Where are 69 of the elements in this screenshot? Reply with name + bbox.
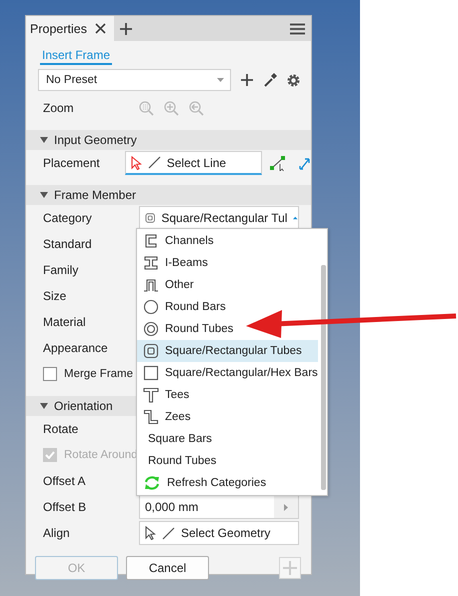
plus-icon[interactable] — [241, 74, 253, 86]
menu-item[interactable]: Refresh Categories — [137, 472, 268, 494]
circle-icon — [143, 299, 159, 315]
field-label: Material — [43, 315, 87, 329]
menu-item[interactable]: Round Bars — [137, 296, 228, 318]
square-tube-icon — [143, 343, 159, 359]
field-label: Align — [43, 526, 71, 540]
menu-icon[interactable] — [290, 22, 305, 34]
menu-item[interactable]: Square/Rectangular Tubes — [137, 340, 318, 362]
check-icon — [45, 451, 55, 459]
collapse-caret-icon — [40, 136, 48, 144]
field-label: Appearance — [43, 341, 109, 355]
line-endpoints-icon[interactable] — [270, 156, 286, 170]
close-icon[interactable] — [94, 23, 106, 34]
i-beam-profile-icon — [143, 255, 159, 271]
cursor-icon — [145, 526, 156, 540]
ring-icon — [143, 321, 159, 337]
menu-item[interactable]: Round Tubes — [137, 450, 218, 472]
scrollbar-thumb[interactable] — [321, 265, 326, 490]
category-dropdown[interactable]: Square/Rectangular Tul — [139, 206, 299, 230]
square-icon — [143, 365, 159, 381]
collapse-caret-icon — [40, 191, 48, 199]
cursor-icon — [130, 156, 142, 170]
refresh-icon — [143, 475, 161, 491]
number-field[interactable]: 0,000 mm — [139, 495, 299, 519]
preset-dropdown[interactable]: No Preset — [38, 69, 231, 91]
flip-arrows-icon[interactable] — [298, 156, 311, 170]
panel-tab[interactable]: Properties — [26, 16, 114, 41]
caret-up-icon — [293, 216, 298, 220]
section-title: Frame Member — [54, 188, 136, 202]
field-label: Zoom — [43, 101, 75, 115]
checkbox-label: Merge Frame — [64, 368, 134, 380]
hat-profile-icon — [143, 277, 159, 293]
cancel-button[interactable]: Cancel — [126, 556, 209, 580]
field-label: Size — [43, 289, 68, 303]
eyedropper-icon[interactable] — [263, 73, 277, 87]
field-label: Category — [43, 211, 93, 225]
tee-profile-icon — [143, 387, 159, 403]
line-icon — [162, 526, 175, 540]
field-label: Family — [43, 263, 80, 277]
checkbox[interactable] — [43, 367, 57, 381]
field-label: Offset B — [43, 500, 88, 514]
section-title: Input Geometry — [54, 133, 137, 147]
menu-item[interactable]: I-Beams — [137, 252, 210, 274]
gear-icon[interactable] — [287, 74, 300, 86]
section-title: Orientation — [54, 399, 113, 413]
field-label: Standard — [43, 237, 93, 251]
section-header[interactable]: Frame Member — [26, 185, 311, 205]
selection-field[interactable]: Select Line — [124, 151, 262, 175]
line-icon — [148, 156, 161, 169]
menu-item[interactable]: Channels — [137, 230, 216, 252]
dropdown-caret-icon — [217, 78, 224, 82]
expand-arrow-icon[interactable] — [284, 504, 288, 510]
field-label: Rotate — [43, 422, 80, 436]
menu-item[interactable]: Square/Rectangular/Hex Bars — [137, 362, 320, 384]
channel-profile-icon — [143, 233, 159, 249]
plus-icon — [283, 561, 297, 575]
field-label: Offset A — [43, 474, 86, 488]
plus-icon[interactable] — [120, 22, 132, 34]
selection-field[interactable]: Select Geometry — [139, 521, 299, 545]
section-header[interactable]: Input Geometry — [26, 130, 311, 150]
menu-item[interactable]: Square Bars — [137, 428, 214, 450]
field-label: Placement — [43, 156, 101, 170]
menu-item[interactable]: Zees — [137, 406, 193, 428]
menu-item[interactable]: Tees — [137, 384, 192, 406]
collapse-caret-icon — [40, 402, 48, 410]
zee-profile-icon — [143, 409, 159, 425]
menu-item[interactable]: Round Tubes — [137, 318, 236, 340]
menu-item[interactable]: Other — [137, 274, 196, 296]
